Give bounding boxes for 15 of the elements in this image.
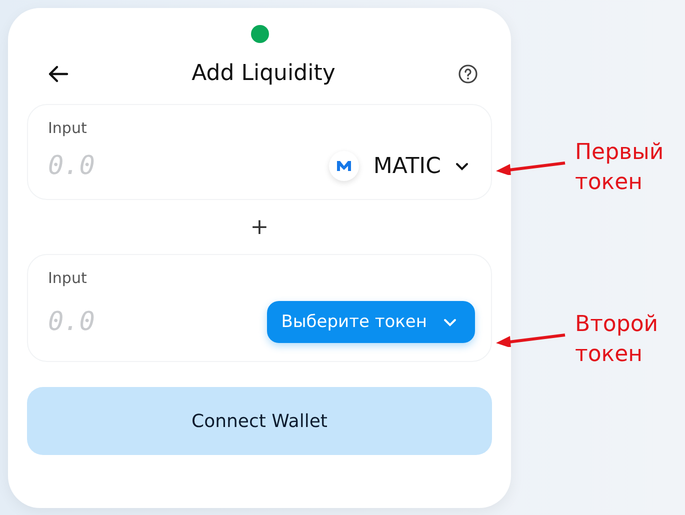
annotation-text: Второй токен [575, 311, 660, 369]
token-logo-icon [329, 151, 360, 181]
plus-sign: + [250, 216, 269, 240]
arrow-icon [495, 333, 567, 347]
input-label: Input [48, 269, 88, 287]
arrow-icon [495, 161, 567, 175]
annotation-text: Первый токен [575, 139, 665, 197]
token-select[interactable]: MATIC [329, 151, 475, 181]
window-title: Add Liquidity [192, 61, 336, 86]
chevron-down-icon [443, 318, 457, 326]
input-label: Input [48, 119, 88, 137]
back-arrow-icon[interactable] [47, 64, 69, 82]
chevron-down-icon [455, 162, 469, 170]
help-icon[interactable] [458, 64, 478, 84]
connect-wallet-button[interactable]: Connect Wallet [27, 387, 492, 455]
